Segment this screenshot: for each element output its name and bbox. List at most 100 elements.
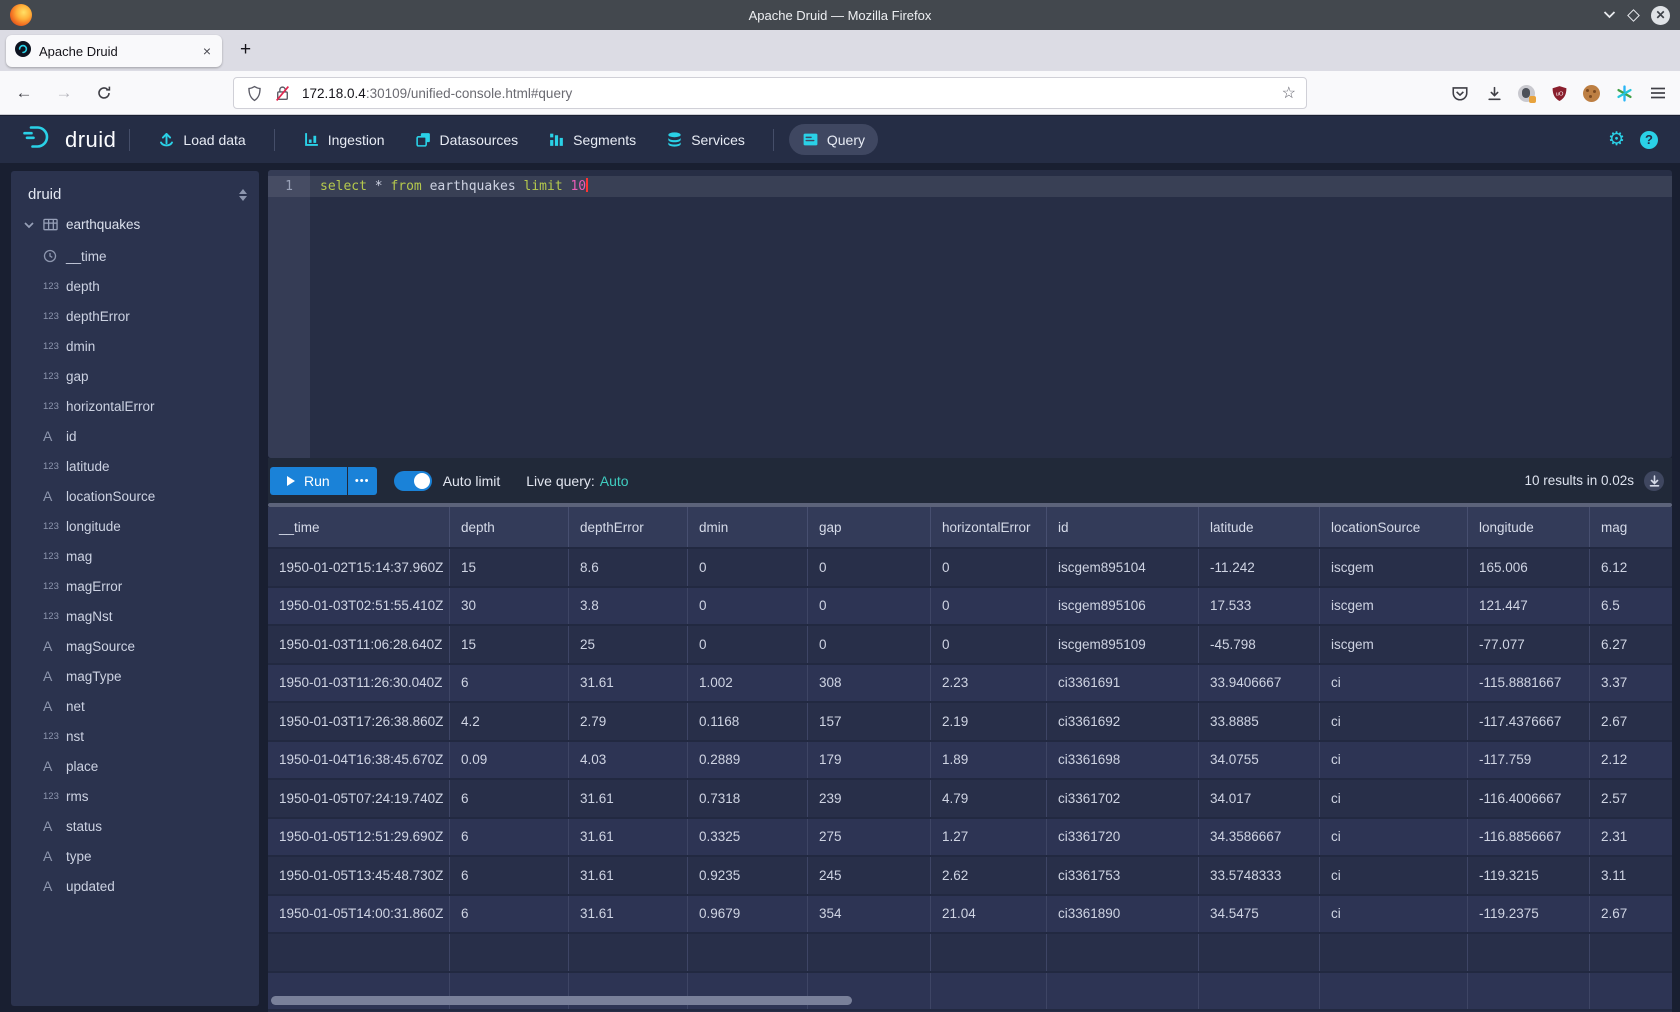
table-cell[interactable]: 354 <box>808 896 931 933</box>
table-cell[interactable]: ci3361698 <box>1047 742 1199 779</box>
table-cell[interactable]: 1950-01-05T07:24:19.740Z <box>268 780 450 817</box>
table-cell[interactable] <box>1199 934 1320 971</box>
sidebar-column-magType[interactable]: AmagType <box>11 661 259 691</box>
table-cell[interactable]: 1950-01-05T12:51:29.690Z <box>268 819 450 856</box>
table-cell[interactable]: 1950-01-03T02:51:55.410Z <box>268 588 450 625</box>
table-cell[interactable]: ci3361890 <box>1047 896 1199 933</box>
table-cell[interactable]: 1.89 <box>931 742 1047 779</box>
table-cell[interactable] <box>1590 934 1672 971</box>
tab-close-icon[interactable]: × <box>201 43 213 59</box>
table-cell[interactable]: 31.61 <box>569 780 688 817</box>
table-cell[interactable]: 31.61 <box>569 896 688 933</box>
table-cell[interactable]: 2.79 <box>569 703 688 740</box>
table-cell[interactable]: 6 <box>450 665 569 702</box>
sidebar-column-net[interactable]: Anet <box>11 691 259 721</box>
table-cell[interactable]: 0 <box>808 626 931 663</box>
run-more-button[interactable]: ••• <box>348 467 377 495</box>
sidebar-column-updated[interactable]: Aupdated <box>11 871 259 901</box>
table-cell[interactable]: 0.3325 <box>688 819 808 856</box>
table-cell[interactable]: iscgem895104 <box>1047 549 1199 586</box>
window-minimize-icon[interactable] <box>1603 6 1616 24</box>
table-cell[interactable]: 6.12 <box>1590 549 1672 586</box>
sidebar-column-horizontalError[interactable]: 123horizontalError <box>11 391 259 421</box>
table-cell[interactable]: ci3361702 <box>1047 780 1199 817</box>
table-cell[interactable] <box>450 934 569 971</box>
table-cell[interactable] <box>1047 934 1199 971</box>
table-cell[interactable]: iscgem895109 <box>1047 626 1199 663</box>
table-cell[interactable]: 308 <box>808 665 931 702</box>
table-cell[interactable]: 21.04 <box>931 896 1047 933</box>
horizontal-scrollbar[interactable] <box>271 996 852 1005</box>
table-cell[interactable]: 8.6 <box>569 549 688 586</box>
table-cell[interactable] <box>1199 973 1320 1010</box>
table-cell[interactable] <box>1468 973 1590 1010</box>
reload-icon[interactable] <box>90 79 118 107</box>
sidebar-column-__time[interactable]: __time <box>11 241 259 271</box>
table-cell[interactable]: 179 <box>808 742 931 779</box>
table-cell[interactable]: -45.798 <box>1199 626 1320 663</box>
table-cell[interactable]: 31.61 <box>569 665 688 702</box>
sidebar-column-latitude[interactable]: 123latitude <box>11 451 259 481</box>
table-cell[interactable] <box>1320 973 1468 1010</box>
sidebar-column-mag[interactable]: 123mag <box>11 541 259 571</box>
table-cell[interactable]: 1950-01-03T11:06:28.640Z <box>268 626 450 663</box>
url-bar[interactable]: 172.18.0.4:30109/unified-console.html#qu… <box>233 77 1307 109</box>
table-cell[interactable]: 4.2 <box>450 703 569 740</box>
table-cell[interactable]: ci <box>1320 665 1468 702</box>
table-cell[interactable]: ci3361753 <box>1047 857 1199 894</box>
table-cell[interactable] <box>268 934 450 971</box>
sql-editor[interactable]: 1 select * from earthquakes limit 10 <box>268 170 1672 458</box>
editor-code-line[interactable]: select * from earthquakes limit 10 <box>320 176 588 197</box>
table-cell[interactable]: 1950-01-03T11:26:30.040Z <box>268 665 450 702</box>
table-cell[interactable]: 1950-01-03T17:26:38.860Z <box>268 703 450 740</box>
table-cell[interactable]: ci3361720 <box>1047 819 1199 856</box>
table-cell[interactable] <box>1590 973 1672 1010</box>
table-cell[interactable]: 0.9679 <box>688 896 808 933</box>
table-cell[interactable]: 17.533 <box>1199 588 1320 625</box>
table-cell[interactable]: 31.61 <box>569 857 688 894</box>
table-cell[interactable]: 2.67 <box>1590 703 1672 740</box>
nav-item-datasources[interactable]: Datasources <box>402 124 532 155</box>
table-cell[interactable]: 33.5748333 <box>1199 857 1320 894</box>
datasource-tree-row[interactable]: earthquakes <box>11 211 259 238</box>
schema-sort-icon[interactable] <box>239 189 247 201</box>
table-cell[interactable]: 34.5475 <box>1199 896 1320 933</box>
table-cell[interactable] <box>1468 934 1590 971</box>
table-cell[interactable]: 33.9406667 <box>1199 665 1320 702</box>
table-cell[interactable]: 31.61 <box>569 819 688 856</box>
table-cell[interactable]: 2.57 <box>1590 780 1672 817</box>
pocket-icon[interactable] <box>1450 83 1470 103</box>
table-cell[interactable]: 245 <box>808 857 931 894</box>
downloads-icon[interactable] <box>1484 83 1504 103</box>
column-header-depth[interactable]: depth <box>450 507 569 547</box>
table-cell[interactable]: 33.8885 <box>1199 703 1320 740</box>
sidebar-column-status[interactable]: Astatus <box>11 811 259 841</box>
sidebar-column-magSource[interactable]: AmagSource <box>11 631 259 661</box>
sidebar-column-rms[interactable]: 123rms <box>11 781 259 811</box>
table-cell[interactable]: 121.447 <box>1468 588 1590 625</box>
table-cell[interactable]: 165.006 <box>1468 549 1590 586</box>
nav-item-ingestion[interactable]: Ingestion <box>290 124 398 155</box>
ublock-icon[interactable]: uO <box>1549 83 1569 103</box>
live-query-value[interactable]: Auto <box>600 473 629 489</box>
cookie-extension-icon[interactable] <box>1583 85 1600 102</box>
column-header-gap[interactable]: gap <box>808 507 931 547</box>
table-cell[interactable]: 2.12 <box>1590 742 1672 779</box>
table-cell[interactable]: 1.002 <box>688 665 808 702</box>
sidebar-column-dmin[interactable]: 123dmin <box>11 331 259 361</box>
table-cell[interactable]: 0 <box>688 626 808 663</box>
table-cell[interactable]: 2.62 <box>931 857 1047 894</box>
column-header-dmin[interactable]: dmin <box>688 507 808 547</box>
table-cell[interactable]: -116.4006667 <box>1468 780 1590 817</box>
sidebar-column-locationSource[interactable]: AlocationSource <box>11 481 259 511</box>
table-cell[interactable]: 6 <box>450 896 569 933</box>
table-cell[interactable]: iscgem <box>1320 588 1468 625</box>
table-cell[interactable]: ci <box>1320 896 1468 933</box>
extension-icon[interactable] <box>1518 85 1535 102</box>
sidebar-column-magError[interactable]: 123magError <box>11 571 259 601</box>
table-cell[interactable]: 0.9235 <box>688 857 808 894</box>
column-header-longitude[interactable]: longitude <box>1468 507 1590 547</box>
sidebar-column-longitude[interactable]: 123longitude <box>11 511 259 541</box>
sidebar-column-nst[interactable]: 123nst <box>11 721 259 751</box>
run-button[interactable]: Run <box>270 467 347 495</box>
